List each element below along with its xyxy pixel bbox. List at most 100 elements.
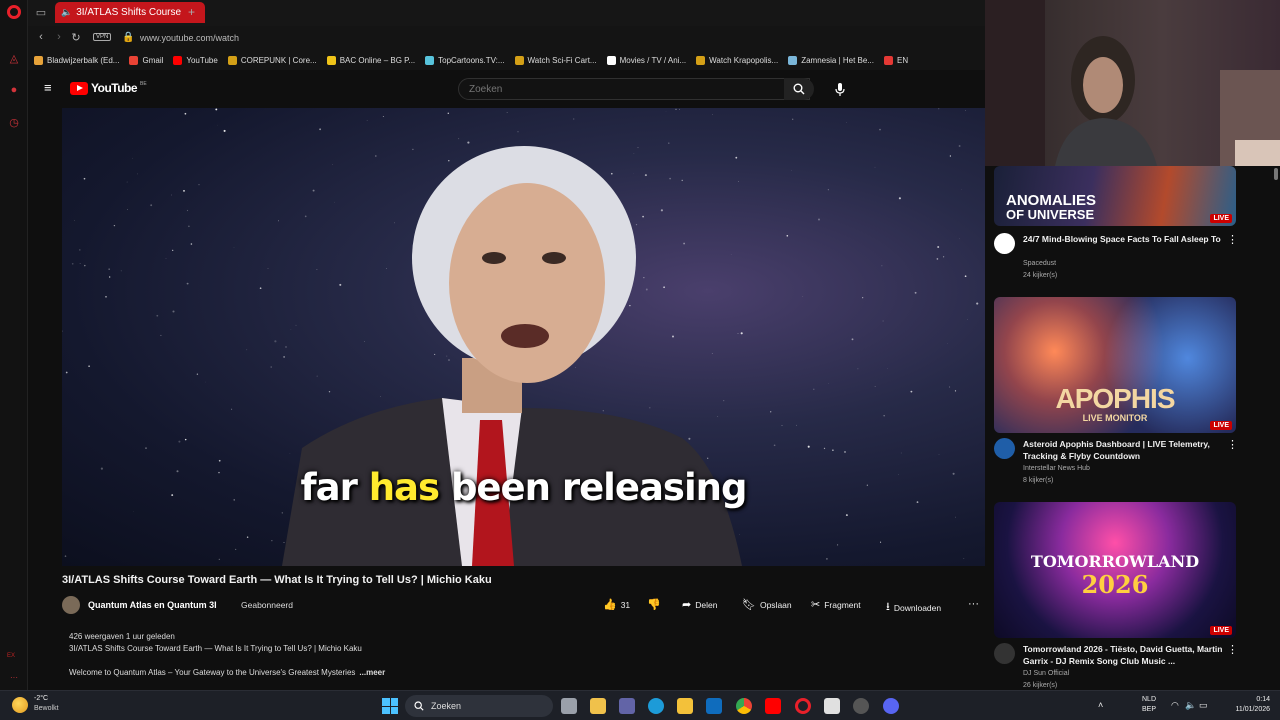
tab-menu-icon[interactable]: ▭ (34, 6, 48, 20)
outlook-icon[interactable] (706, 698, 722, 714)
file-explorer-icon[interactable] (677, 698, 693, 714)
rec-channel[interactable]: Spacedust (1023, 260, 1056, 267)
weather-description: Bewolkt (34, 705, 59, 712)
microphone-icon (835, 82, 845, 96)
rec-channel[interactable]: DJ Sun Official (1023, 670, 1069, 677)
clock[interactable]: 0:14 11/01/2026 (1222, 695, 1270, 715)
bookmark-label: Zamnesia | Het Be... (801, 55, 874, 65)
taskbar-search[interactable]: Zoeken (405, 695, 553, 717)
channel-avatar-spacedust[interactable] (994, 233, 1015, 254)
more-vert-icon[interactable]: ⋮ (1227, 643, 1238, 656)
rec-title[interactable]: Tomorrowland 2026 - Tiësto, David Guetta… (1023, 643, 1223, 667)
settings-gear-icon[interactable] (853, 698, 869, 714)
bookmark-item[interactable]: Movies / TV / Ani... (606, 55, 686, 65)
more-actions-button[interactable]: ··· (968, 598, 979, 610)
chrome-icon[interactable] (736, 698, 752, 714)
time: 0:14 (1256, 696, 1270, 703)
bookmark-item[interactable]: Bladwijzerbalk (Ed... (34, 55, 119, 65)
recommendations-panel: ANOMALIES OF UNIVERSE LIVE 24/7 Mind-Blo… (985, 166, 1280, 690)
bookmark-item[interactable]: YouTube (173, 55, 218, 65)
channel-avatar-interstellar[interactable] (994, 438, 1015, 459)
windows-start-icon[interactable] (382, 698, 398, 714)
clip-button[interactable]: ✂ Fragment (811, 598, 861, 611)
thumb-text-1: APOPHIS (1055, 383, 1175, 414)
search-box (458, 78, 810, 100)
thumb-text-2: OF UNIVERSE (1006, 207, 1095, 222)
history-icon[interactable]: ◷ (8, 117, 20, 129)
scrollbar-thumb[interactable] (1274, 168, 1278, 180)
task-view-icon[interactable] (561, 698, 577, 714)
search-icon (414, 701, 424, 711)
discord-icon[interactable] (883, 698, 899, 714)
channel-name[interactable]: Quantum Atlas en Quantum 3I (88, 600, 217, 610)
opera-logo-icon[interactable] (7, 5, 21, 19)
aria-icon[interactable]: ◬ (8, 53, 20, 65)
live-badge: LIVE (1210, 421, 1232, 430)
forward-icon[interactable]: › (52, 31, 66, 43)
search-button[interactable] (784, 78, 814, 100)
taskbar-search-label: Zoeken (431, 701, 462, 711)
more-icon[interactable]: ··· (8, 672, 20, 684)
reload-icon[interactable]: ↻ (69, 31, 83, 44)
caption-post: been releasing (439, 466, 748, 509)
rec-channel[interactable]: Interstellar News Hub (1023, 465, 1090, 472)
thumbnail-anomalies[interactable]: ANOMALIES OF UNIVERSE LIVE (994, 166, 1236, 226)
bookmark-item[interactable]: EN (884, 55, 908, 65)
weather-icon[interactable] (12, 697, 28, 713)
opera-taskbar-icon[interactable] (795, 698, 811, 714)
wifi-icon[interactable]: ◠ (1171, 700, 1179, 711)
bookmark-item[interactable]: Watch Krapopolis... (696, 55, 778, 65)
edge-icon[interactable] (648, 698, 664, 714)
teams-icon[interactable] (619, 698, 635, 714)
messenger-icon[interactable]: ● (8, 84, 20, 96)
channel-avatar[interactable] (62, 596, 80, 614)
thumbnail-tomorrowland[interactable]: TOMORROWLAND 2026 LIVE (994, 502, 1236, 638)
rec-title[interactable]: 24/7 Mind-Blowing Space Facts To Fall As… (1023, 233, 1223, 245)
thumbnail-apophis[interactable]: APOPHIS LIVE MONITOR LIVE (994, 297, 1236, 433)
bookmark-label: Gmail (142, 55, 164, 65)
rec-views: 24 kijker(s) (1023, 272, 1058, 279)
save-label: Opslaan (759, 599, 792, 610)
bookmark-item[interactable]: BAC Online – BG P... (326, 55, 415, 65)
volume-icon[interactable]: 🔈 (1185, 700, 1196, 711)
url-field[interactable]: www.youtube.com/watch (140, 33, 239, 43)
bookmark-item[interactable]: TopCartoons.TV:... (425, 55, 505, 65)
caption-highlight: has (368, 466, 440, 509)
battery-icon[interactable]: ▭ (1199, 700, 1208, 711)
more-vert-icon[interactable]: ⋮ (1227, 233, 1238, 246)
bookmark-item[interactable]: Watch Sci-Fi Cart... (514, 55, 597, 65)
bookmark-favicon-icon (884, 55, 893, 65)
search-input[interactable] (459, 79, 739, 100)
youtube-logo[interactable]: YouTube BE (70, 81, 147, 95)
description-box[interactable]: 426 weergaven 1 uur geleden 3I/ATLAS Shi… (62, 626, 582, 684)
share-button[interactable]: ➦ Delen (682, 598, 717, 611)
more-link[interactable]: ...meer (359, 668, 385, 677)
save-button[interactable]: 🔖︎ Opslaan (742, 598, 792, 611)
channel-avatar-djsun[interactable] (994, 643, 1015, 664)
store-icon[interactable] (590, 698, 606, 714)
lock-icon[interactable]: 🔒 (122, 32, 134, 43)
bookmark-item[interactable]: Gmail (129, 55, 164, 65)
tray-chevron-icon[interactable]: ˄ (1098, 700, 1103, 710)
new-tab-button[interactable]: + (188, 5, 195, 19)
tab-active[interactable]: 🔈 3I/ATLAS Shifts Course (55, 2, 205, 23)
menu-icon[interactable]: ≡ (44, 81, 56, 94)
download-button[interactable]: ⭳ Downloaden (886, 598, 941, 617)
vpn-badge[interactable]: VPN (93, 33, 112, 41)
live-badge: LIVE (1210, 214, 1232, 223)
youtube-app-icon[interactable] (765, 698, 781, 714)
bookmark-favicon-icon (514, 55, 524, 65)
voice-search-button[interactable] (830, 79, 850, 99)
description-text: Welcome to Quantum Atlas – Your Gateway … (69, 668, 356, 677)
video-player[interactable]: far has been releasing (62, 108, 985, 566)
like-button[interactable]: 👍 31 (603, 598, 630, 611)
language-indicator[interactable]: NLD BEP (1142, 695, 1156, 715)
dislike-button[interactable]: 👎 (647, 598, 661, 611)
subscribed-button[interactable]: Geabonneerd (241, 600, 293, 610)
back-icon[interactable]: ‹ (34, 31, 48, 43)
calculator-icon[interactable] (824, 698, 840, 714)
bookmark-item[interactable]: COREPUNK | Core... (227, 55, 317, 65)
bookmark-item[interactable]: Zamnesia | Het Be... (788, 55, 874, 65)
rec-title[interactable]: Asteroid Apophis Dashboard | LIVE Teleme… (1023, 438, 1223, 462)
more-vert-icon[interactable]: ⋮ (1227, 438, 1238, 451)
